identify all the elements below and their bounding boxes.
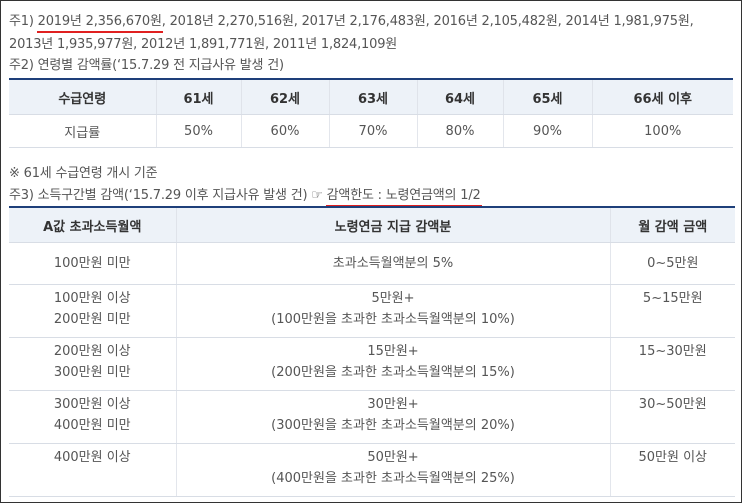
table-cell: 60%: [240, 114, 329, 148]
income-cell: 200만원 이상 300만원 미만: [9, 337, 176, 391]
table-row: 300만원 이상 400만원 미만 30만원+ (300만원을 초과한 초과소득월액…: [9, 390, 735, 444]
table-cell: 80%: [416, 114, 503, 148]
income-cell: 300만원 이상 400만원 미만: [9, 390, 176, 444]
header-63: 63세: [328, 79, 417, 115]
note1-prefix: 주1): [9, 14, 38, 29]
reduction-cell: 15만원+ (200만원을 초과한 초과소득월액분의 15%): [175, 337, 610, 391]
row-label: 지급률: [9, 114, 156, 148]
table-header-row: A값 초과소득월액 노령연금 지급 감액분 월 감액 금액: [9, 207, 735, 243]
header-61: 61세: [155, 79, 241, 115]
reduction-cell: 5만원+ (100만원을 초과한 초과소득월액분의 10%): [175, 284, 610, 338]
reduction-cell: 초과소득월액분의 5%: [175, 242, 610, 285]
header-66-plus: 66세 이후: [591, 79, 733, 115]
basis-note: ※ 61세 수급연령 개시 기준: [9, 166, 158, 181]
header-62: 62세: [240, 79, 329, 115]
note3: 주3) 소득구간별 감액(‘15.7.29 이후 지급사유 발생 건) ☞ 감액…: [9, 184, 482, 207]
income-cell: 100만원 이상 200만원 미만: [9, 284, 176, 338]
note3-prefix: 주3) 소득구간별 감액(‘15.7.29 이후 지급사유 발생 건) ☞: [9, 188, 327, 203]
header-65: 65세: [502, 79, 592, 115]
header-64: 64세: [416, 79, 503, 115]
table-cell: 50%: [155, 114, 241, 148]
table-row: 100만원 이상 200만원 미만 5만원+ (100만원을 초과한 초과소득월액분…: [9, 284, 735, 338]
table-row: 400만원 이상 50만원+ (400만원을 초과한 초과소득월액분의 25%) …: [9, 443, 735, 497]
note1-highlight: 2019년 2,356,670원: [36, 10, 163, 33]
note1-line1: 주1) 2019년 2,356,670원, 2018년 2,270,516원, …: [9, 10, 694, 33]
note1-rest: , 2018년 2,270,516원, 2017년 2,176,483원, 20…: [161, 14, 694, 29]
header-monthly: 월 감액 금액: [609, 207, 735, 243]
table-cell: 100%: [591, 114, 733, 148]
reduction-cell: 50만원+ (400만원을 초과한 초과소득월액분의 25%): [175, 443, 610, 497]
table-row: 200만원 이상 300만원 미만 15만원+ (200만원을 초과한 초과소득월액…: [9, 337, 735, 391]
income-cell: 100만원 미만: [9, 242, 176, 285]
monthly-cell: 30~50만원: [609, 390, 735, 444]
income-cell: 400만원 이상: [9, 443, 176, 497]
table-row: 지급률 50% 60% 70% 80% 90% 100%: [9, 114, 733, 148]
document-frame: 주1) 2019년 2,356,670원, 2018년 2,270,516원, …: [0, 0, 742, 503]
monthly-cell: 50만원 이상: [609, 443, 735, 497]
monthly-cell: 15~30만원: [609, 337, 735, 391]
note1-line2: 2013년 1,935,977원, 2012년 1,891,771원, 2011…: [9, 37, 398, 52]
table-cell: 70%: [328, 114, 417, 148]
income-reduction-table: A값 초과소득월액 노령연금 지급 감액분 월 감액 금액 100만원 미만 초…: [9, 206, 735, 497]
note2: 주2) 연령별 감액률(‘15.7.29 전 지급사유 발생 건): [9, 58, 284, 73]
table-row: 100만원 미만 초과소득월액분의 5% 0~5만원: [9, 242, 735, 285]
table-cell: 90%: [502, 114, 592, 148]
header-income: A값 초과소득월액: [9, 207, 176, 243]
monthly-cell: 5~15만원: [609, 284, 735, 338]
monthly-cell: 0~5만원: [609, 242, 735, 285]
header-reduction: 노령연금 지급 감액분: [175, 207, 610, 243]
header-age: 수급연령: [9, 79, 156, 115]
table-header-row: 수급연령 61세 62세 63세 64세 65세 66세 이후: [9, 79, 733, 115]
reduction-cell: 30만원+ (300만원을 초과한 초과소득월액분의 20%): [175, 390, 610, 444]
reduction-rate-table: 수급연령 61세 62세 63세 64세 65세 66세 이후 지급률 50% …: [9, 78, 733, 148]
note3-highlight: 감액한도 : 노령연금액의 1/2: [325, 184, 482, 207]
